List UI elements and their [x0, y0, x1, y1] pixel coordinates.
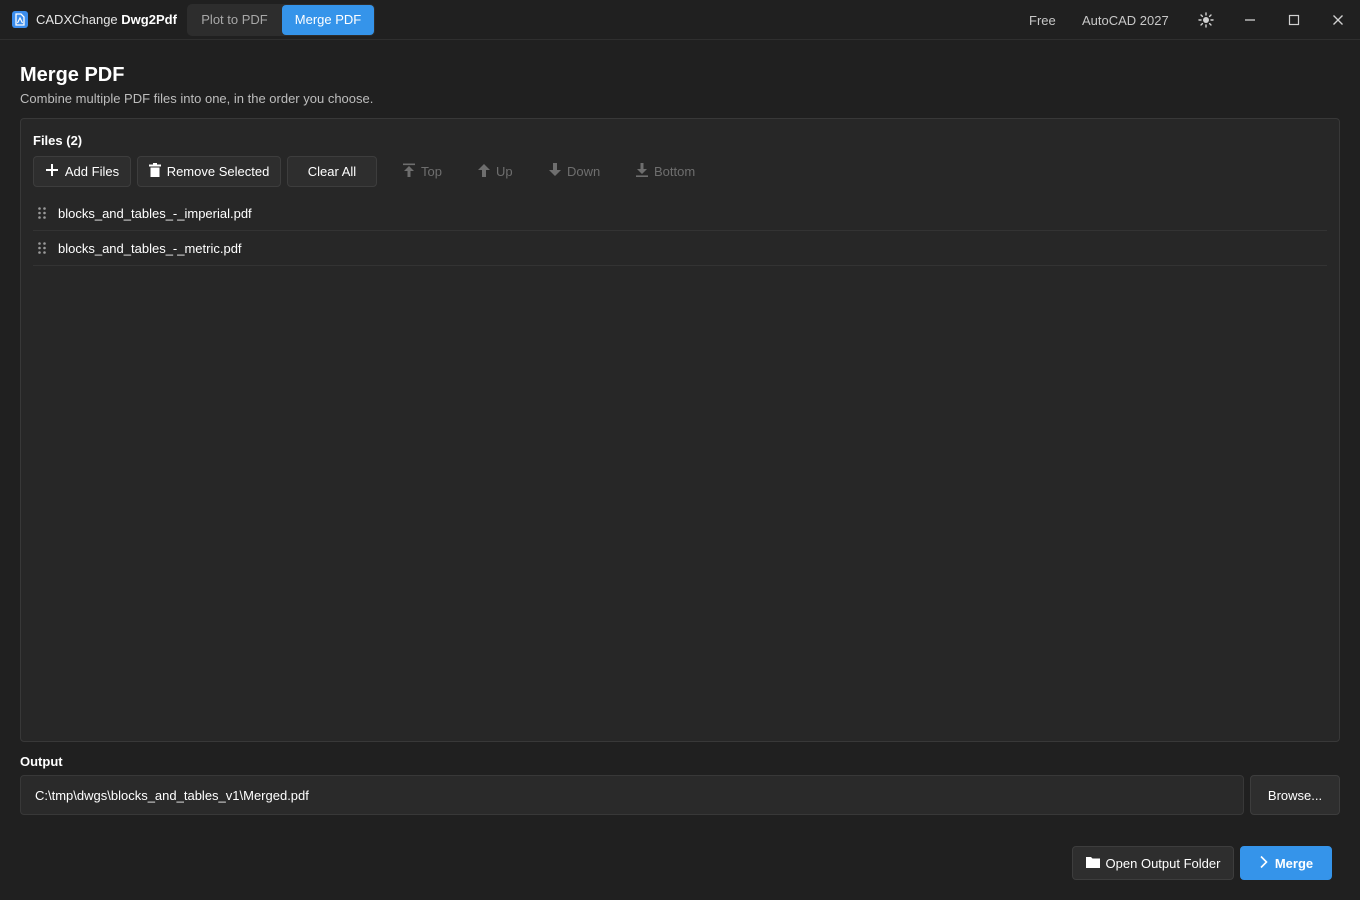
move-top-label: Top: [421, 164, 442, 179]
clear-all-button[interactable]: Clear All: [287, 156, 377, 187]
add-files-button[interactable]: Add Files: [33, 156, 131, 187]
close-icon[interactable]: [1330, 12, 1346, 28]
merge-button[interactable]: Merge: [1240, 846, 1332, 880]
list-item[interactable]: blocks_and_tables_-_imperial.pdf: [33, 196, 1327, 231]
app-name-prefix: CADXChange: [36, 12, 118, 27]
arrow-down-icon: [548, 163, 562, 180]
move-up-label: Up: [496, 164, 513, 179]
drag-handle-icon[interactable]: [38, 242, 46, 254]
title-bar: CADXChange Dwg2Pdf Plot to PDF Merge PDF…: [0, 0, 1360, 40]
output-path-field[interactable]: [20, 775, 1244, 815]
files-panel: Files (2) Add Files Remove Selected Clea…: [20, 118, 1340, 742]
tab-plot-to-pdf[interactable]: Plot to PDF: [188, 5, 281, 35]
chevron-right-icon: [1259, 855, 1269, 872]
app-name-suffix: Dwg2Pdf: [121, 12, 177, 27]
tab-merge-pdf[interactable]: Merge PDF: [282, 5, 374, 35]
license-label: Free: [1029, 13, 1056, 28]
folder-icon: [1085, 856, 1100, 871]
app-name: CADXChange Dwg2Pdf: [36, 12, 177, 27]
open-output-folder-button[interactable]: Open Output Folder: [1072, 846, 1234, 880]
drag-handle-icon[interactable]: [38, 207, 46, 219]
file-name: blocks_and_tables_-_imperial.pdf: [58, 205, 252, 221]
arrow-to-bottom-icon: [635, 163, 649, 180]
app-logo-icon: [12, 11, 28, 28]
file-name: blocks_and_tables_-_metric.pdf: [58, 240, 242, 256]
browse-label: Browse...: [1267, 787, 1323, 803]
theme-toggle-icon[interactable]: [1198, 12, 1214, 28]
add-files-label: Add Files: [64, 164, 120, 179]
list-item[interactable]: blocks_and_tables_-_metric.pdf: [33, 231, 1327, 266]
minimize-icon[interactable]: [1242, 12, 1258, 28]
plus-icon: [45, 163, 59, 180]
cad-version-label: AutoCAD 2027: [1082, 13, 1169, 28]
move-up-button[interactable]: Up: [477, 156, 513, 187]
move-bottom-button[interactable]: Bottom: [635, 156, 695, 187]
maximize-icon[interactable]: [1286, 12, 1302, 28]
clear-all-label: Clear All: [307, 164, 357, 179]
move-top-button[interactable]: Top: [402, 156, 442, 187]
move-bottom-label: Bottom: [654, 164, 696, 179]
remove-selected-label: Remove Selected: [166, 164, 270, 179]
output-label: Output: [20, 754, 63, 769]
trash-icon: [148, 163, 161, 180]
mode-tabs: Plot to PDF Merge PDF: [187, 4, 375, 36]
arrow-up-icon: [477, 163, 491, 180]
file-list: blocks_and_tables_-_imperial.pdf blocks_…: [33, 196, 1327, 266]
remove-selected-button[interactable]: Remove Selected: [137, 156, 281, 187]
files-heading: Files (2): [33, 133, 83, 148]
move-down-button[interactable]: Down: [548, 156, 600, 187]
open-output-folder-label: Open Output Folder: [1105, 855, 1221, 871]
browse-button[interactable]: Browse...: [1250, 775, 1340, 815]
page-title: Merge PDF: [20, 64, 125, 86]
move-down-label: Down: [567, 164, 601, 179]
merge-label: Merge: [1274, 855, 1314, 871]
page-subtitle: Combine multiple PDF files into one, in …: [20, 91, 374, 106]
arrow-to-top-icon: [402, 163, 416, 180]
